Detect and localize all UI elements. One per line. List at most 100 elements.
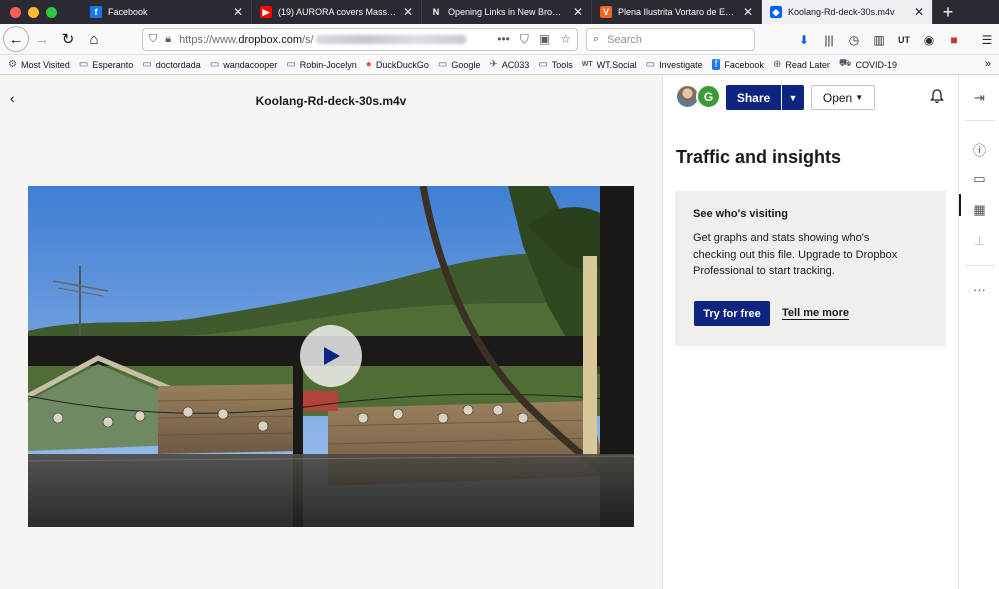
bookmark-label: DuckDuckGo xyxy=(375,59,429,70)
member-avatars[interactable]: G xyxy=(675,84,723,110)
library-icon[interactable]: ||| xyxy=(821,33,837,47)
rail-divider xyxy=(965,265,995,266)
menu-icon[interactable]: ☰ xyxy=(979,33,995,47)
tab-2[interactable]: ▶ (19) AURORA covers Massive Attack ✕ xyxy=(252,0,422,24)
insights-sidebar: G Share ▼ Open ▼ Traffic and insights See… xyxy=(662,76,958,589)
lock-icon: 🔒︎ xyxy=(165,33,172,45)
close-window-button[interactable] xyxy=(10,6,21,18)
bookmark-label: Facebook xyxy=(724,59,764,70)
close-tab-icon[interactable]: ✕ xyxy=(743,5,753,19)
card-heading: See who's visiting xyxy=(693,208,788,220)
info-icon[interactable]: ⓘ xyxy=(959,140,999,159)
open-button[interactable]: Open ▼ xyxy=(811,85,875,110)
bookmark-item[interactable]: ▭ Google xyxy=(438,59,480,70)
close-tab-icon[interactable]: ✕ xyxy=(403,5,413,19)
sidebar-icon[interactable]: ▥ xyxy=(871,33,887,47)
more-icon[interactable]: ··· xyxy=(959,282,999,297)
back-button[interactable]: ← xyxy=(3,26,29,52)
home-button[interactable]: ⌂ xyxy=(81,26,107,52)
bookmark-item[interactable]: ● DuckDuckGo xyxy=(366,59,429,70)
bookmark-item[interactable]: ⛟ COVID-19 xyxy=(839,58,897,71)
share-dropdown-button[interactable]: ▼ xyxy=(782,85,804,110)
bookmark-item[interactable]: ▭ wandacooper xyxy=(210,59,278,70)
tab-title: Koolang-Rd-deck-30s.m4v xyxy=(788,7,895,17)
bookmark-item[interactable]: ⚙ Most Visited xyxy=(8,59,70,70)
facebook-favicon: f xyxy=(90,6,102,18)
bookmark-item[interactable]: WT WT.Social xyxy=(582,60,637,70)
close-tab-icon[interactable]: ✕ xyxy=(233,5,243,19)
caret-down-icon: ▼ xyxy=(788,92,798,103)
chevron-double-right-icon[interactable]: » xyxy=(985,58,991,70)
bookmark-item[interactable]: ✈ AC033 xyxy=(489,59,529,70)
pocket-icon[interactable]: ⛉ xyxy=(520,32,529,47)
tell-me-more-link[interactable]: Tell me more xyxy=(782,307,850,320)
wt-icon: WT xyxy=(581,61,593,68)
minimize-window-button[interactable] xyxy=(28,6,39,18)
close-tab-icon[interactable]: ✕ xyxy=(914,5,924,19)
bookmark-item[interactable]: ▭ Tools xyxy=(538,59,572,70)
bookmark-star-icon[interactable]: ☆ xyxy=(560,32,571,47)
address-bar[interactable]: ⛉ 🔒︎ https://www.dropbox.com/s/ ••• ⛉ ▣ … xyxy=(142,28,578,51)
bookmark-label: WT.Social xyxy=(596,59,637,70)
bookmark-label: AC033 xyxy=(501,59,530,70)
insights-title: Traffic and insights xyxy=(676,147,842,167)
video-player[interactable] xyxy=(28,186,634,527)
bookmark-label: Most Visited xyxy=(20,59,70,70)
tab-title: (19) AURORA covers Massive Attack xyxy=(278,7,397,17)
home-icon: ⌂ xyxy=(89,30,99,48)
tab-3[interactable]: N Opening Links in New Browser ✕ xyxy=(422,0,592,24)
comment-icon[interactable]: ▭ xyxy=(959,171,999,187)
shield-icon: ⛉ xyxy=(149,33,158,45)
reload-button[interactable]: ↻ xyxy=(55,26,81,52)
gear-icon: ⚙ xyxy=(8,59,17,70)
folder-icon: ▭ xyxy=(142,59,152,70)
page-actions-icon[interactable]: ••• xyxy=(497,32,510,47)
bookmark-item[interactable]: ▭ Esperanto xyxy=(79,59,133,70)
new-tab-button[interactable]: + xyxy=(933,0,963,24)
close-tab-icon[interactable]: ✕ xyxy=(573,5,583,19)
bookmark-label: Google xyxy=(451,59,481,70)
bookmark-label: COVID-19 xyxy=(855,59,897,70)
share-button[interactable]: Share xyxy=(726,85,781,110)
bookmark-item[interactable]: f Facebook xyxy=(711,59,764,70)
tab-title: Opening Links in New Browser xyxy=(448,7,567,17)
stamp-icon[interactable]: ⊥ xyxy=(959,233,999,249)
file-viewer: ‹ Koolang-Rd-deck-30s.m4v xyxy=(0,76,662,589)
tab-title: Plena Ilustrita Vortaro de Esperanto xyxy=(618,7,737,17)
bell-icon[interactable] xyxy=(930,89,944,107)
zoom-window-button[interactable] xyxy=(46,6,57,18)
bookmark-item[interactable]: ⊕ Read Later xyxy=(773,59,830,70)
toolbar-icons: ⬇ ||| ◷ ▥ UT ◉ ■ ☰ xyxy=(796,28,995,51)
duckduckgo-icon: ● xyxy=(365,59,372,70)
history-icon[interactable]: ◷ xyxy=(846,33,862,47)
folder-icon: ▭ xyxy=(286,59,296,70)
play-button[interactable] xyxy=(300,325,362,387)
folder-icon: ▭ xyxy=(78,59,89,70)
forward-button[interactable]: → xyxy=(29,26,55,52)
bookmark-item[interactable]: ▭ Investigate xyxy=(646,59,703,70)
covid-icon: ⛟ xyxy=(838,58,852,69)
plane-icon: ✈ xyxy=(489,59,498,70)
bookmark-item[interactable]: ▭ doctordada xyxy=(142,59,201,70)
file-title: Koolang-Rd-deck-30s.m4v xyxy=(255,94,407,108)
chart-icon[interactable]: ▦ xyxy=(959,202,999,218)
bookmark-label: doctordada xyxy=(155,59,201,70)
tab-5[interactable]: ◆ Koolang-Rd-deck-30s.m4v ✕ xyxy=(762,0,933,24)
arrow-left-icon: ← xyxy=(8,30,24,48)
download-icon[interactable]: ⬇ xyxy=(796,33,812,47)
extension-ut-icon[interactable]: UT xyxy=(896,35,912,45)
blurred-url-segment xyxy=(315,35,466,44)
extension-icon[interactable]: ■ xyxy=(946,33,962,47)
collapse-panel-icon[interactable]: ⇥ xyxy=(959,90,999,106)
account-icon[interactable]: ◉ xyxy=(921,33,937,47)
bookmark-item[interactable]: ▭ Robin-Jocelyn xyxy=(286,59,356,70)
bookmark-label: Tools xyxy=(551,59,573,70)
arrow-right-icon: → xyxy=(34,30,50,48)
tab-strip: f Facebook ✕ ▶ (19) AURORA covers Massive At… xyxy=(0,0,999,24)
tab-1[interactable]: f Facebook ✕ xyxy=(82,0,252,24)
reload-icon: ↻ xyxy=(61,31,75,48)
search-box[interactable]: ⌕ Search xyxy=(586,28,755,51)
screenshot-icon[interactable]: ▣ xyxy=(539,32,550,47)
try-for-free-button[interactable]: Try for free xyxy=(694,301,770,326)
tab-4[interactable]: V Plena Ilustrita Vortaro de Esperanto ✕ xyxy=(592,0,762,24)
